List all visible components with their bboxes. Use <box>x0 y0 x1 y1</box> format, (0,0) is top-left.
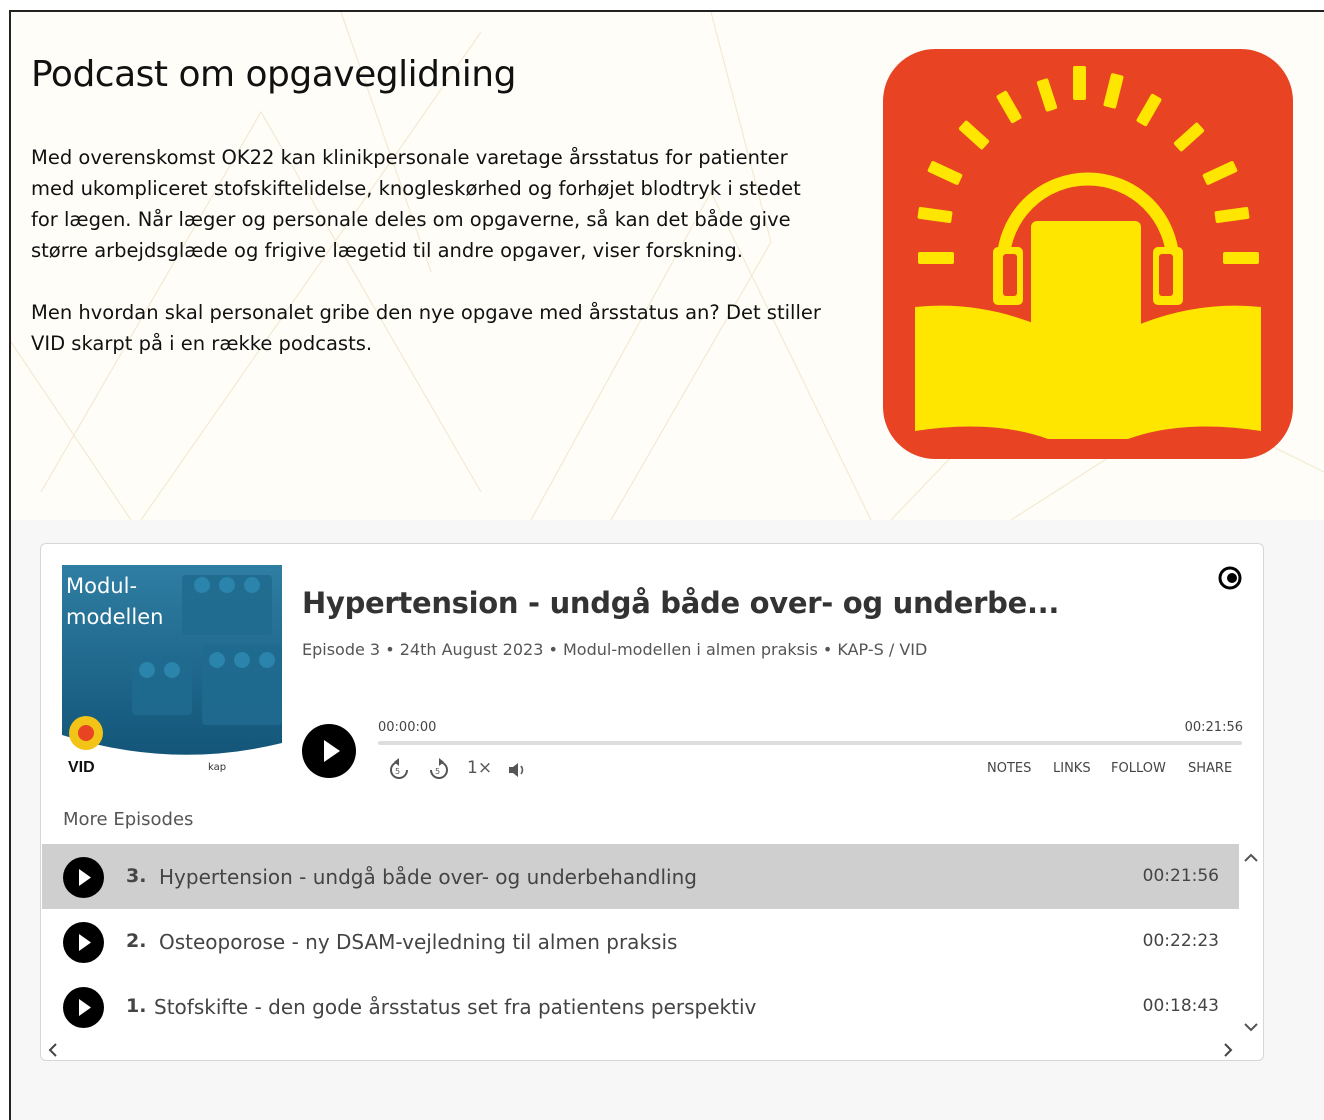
links-link[interactable]: LINKS <box>1053 761 1091 776</box>
intro-text: Med overenskomst OK22 kan klinikpersonal… <box>31 142 831 390</box>
rewind-icon[interactable]: 5 <box>388 758 410 782</box>
share-link[interactable]: SHARE <box>1188 761 1232 776</box>
kap-brand: kap <box>208 762 227 773</box>
chevron-right-icon[interactable] <box>1224 1043 1233 1057</box>
cover-title: Modul- modellen <box>66 574 164 629</box>
episode-cover: Modul- modellen VID kap <box>62 565 282 785</box>
episode-number: 1. <box>126 995 147 1017</box>
episode-play-button[interactable] <box>63 987 104 1028</box>
chevron-down-icon[interactable] <box>1244 1023 1258 1032</box>
episode-row[interactable]: 2. Osteoporose - ny DSAM-vejledning til … <box>42 909 1239 974</box>
podcast-player: Modul- modellen VID kap Hypertension - u… <box>40 543 1264 1061</box>
episode-duration: 00:22:23 <box>1142 931 1219 951</box>
episode-play-button[interactable] <box>63 857 104 898</box>
episode-duration: 00:21:56 <box>1142 866 1219 886</box>
svg-text:5: 5 <box>435 767 440 776</box>
episode-title[interactable]: Stofskifte - den gode årsstatus set fra … <box>154 995 756 1019</box>
speed-toggle[interactable]: 1× <box>467 758 492 778</box>
chevron-left-icon[interactable] <box>48 1043 57 1057</box>
episode-meta: Episode 3 • 24th August 2023 • Modul-mod… <box>302 640 928 659</box>
svg-text:5: 5 <box>395 767 400 776</box>
more-episodes-label: More Episodes <box>63 809 194 830</box>
episode-row[interactable]: 1. Stofskifte - den gode årsstatus set f… <box>42 974 1239 1039</box>
page-title: Podcast om opgaveglidning <box>31 54 516 95</box>
play-icon <box>324 740 340 762</box>
vertical-scrollbar[interactable] <box>1239 844 1263 1040</box>
episode-duration: 00:18:43 <box>1142 996 1219 1016</box>
episode-row[interactable]: 3. Hypertension - undgå både over- og un… <box>42 844 1239 909</box>
progress-bar[interactable] <box>378 741 1242 745</box>
horizontal-scrollbar[interactable] <box>42 1040 1263 1060</box>
forward-icon[interactable]: 5 <box>428 758 450 782</box>
episode-title[interactable]: Hypertension - undgå både over- og under… <box>159 865 697 889</box>
episode-title[interactable]: Osteoporose - ny DSAM-vejledning til alm… <box>159 930 677 954</box>
hero-section: Podcast om opgaveglidning Med overenskom… <box>11 12 1324 520</box>
play-icon <box>79 999 91 1016</box>
episode-number: 3. <box>126 865 147 887</box>
vid-brand: VID <box>68 759 95 776</box>
intro-paragraph: Men hvordan skal personalet gribe den ny… <box>31 301 821 355</box>
episode-title: Hypertension - undgå både over- og under… <box>302 586 1060 620</box>
episode-play-button[interactable] <box>63 922 104 963</box>
captivate-logo-icon[interactable] <box>1218 566 1242 590</box>
current-time: 00:00:00 <box>378 720 437 735</box>
intro-paragraph: Med overenskomst OK22 kan klinikpersonal… <box>31 146 801 262</box>
volume-icon[interactable] <box>507 761 527 779</box>
episode-number: 2. <box>126 930 147 952</box>
chevron-up-icon[interactable] <box>1244 853 1258 862</box>
podcast-logo <box>883 49 1293 459</box>
total-time: 00:21:56 <box>1184 720 1243 735</box>
play-icon <box>79 869 91 886</box>
play-button[interactable] <box>302 724 356 778</box>
episode-list: 3. Hypertension - undgå både over- og un… <box>42 844 1263 1040</box>
follow-link[interactable]: FOLLOW <box>1111 761 1166 776</box>
notes-link[interactable]: NOTES <box>987 761 1031 776</box>
play-icon <box>79 934 91 951</box>
